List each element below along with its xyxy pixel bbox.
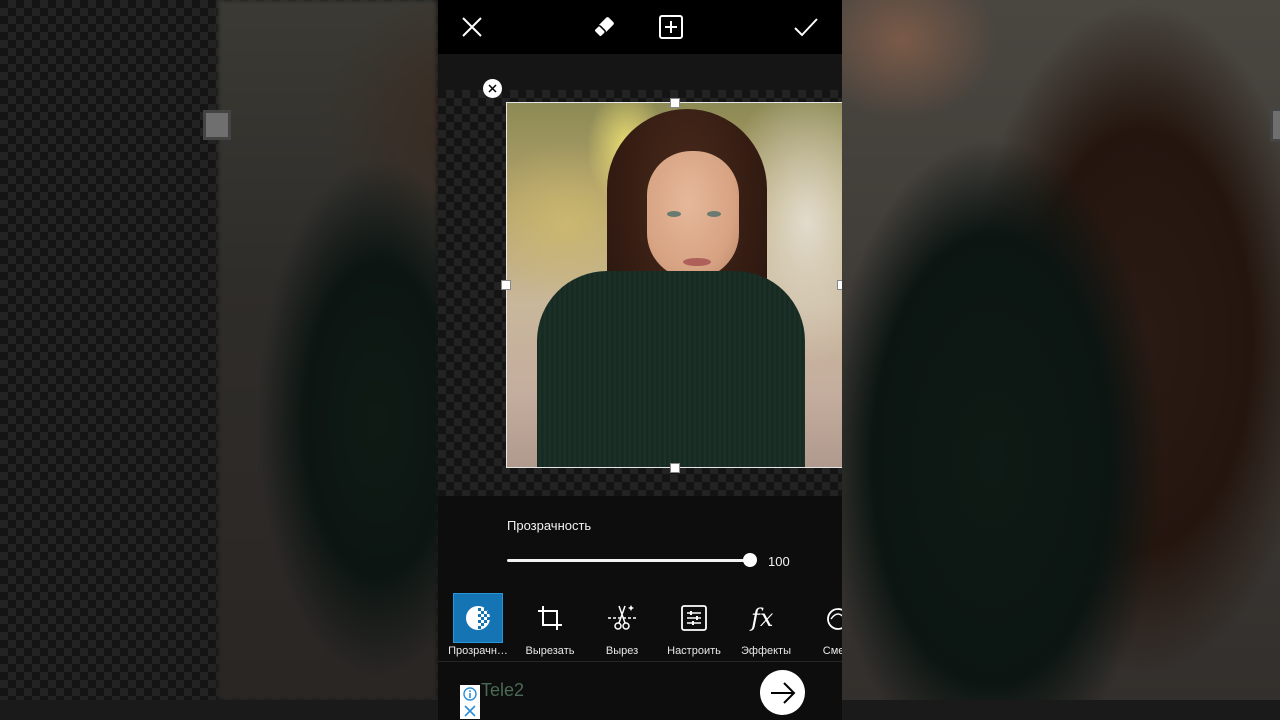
- photo-layer[interactable]: [506, 102, 842, 468]
- resize-handle-left[interactable]: [501, 280, 511, 290]
- tool-effects[interactable]: fx Эффекты: [730, 592, 802, 658]
- info-icon: [463, 687, 477, 717]
- blend-icon: [827, 608, 842, 630]
- svg-text:fx: fx: [749, 604, 774, 632]
- tools-toolbar: Прозрачн… Вырезать Вырез Настроить fx Эф…: [438, 588, 842, 662]
- tool-icon-box: fx: [741, 593, 791, 643]
- top-toolbar: [438, 0, 842, 54]
- tool-label: Вырез: [605, 645, 639, 657]
- crop-icon: [538, 606, 562, 630]
- tool-crop[interactable]: Вырезать: [514, 592, 586, 658]
- background-left: [0, 0, 438, 720]
- tool-label: Вырезать: [525, 645, 575, 657]
- tool-icon-box: [597, 593, 647, 643]
- tool-icon-box: [453, 593, 503, 643]
- photo-lips: [683, 258, 711, 266]
- resize-handle-blurred: [1270, 108, 1280, 142]
- blurred-photo-copy: [842, 0, 1280, 700]
- opacity-slider-thumb[interactable]: [743, 553, 757, 567]
- adjust-icon: [681, 605, 707, 631]
- blurred-photo-copy: [218, 0, 438, 700]
- ad-open-button[interactable]: [760, 670, 805, 715]
- photo-eye: [667, 211, 681, 217]
- tool-label: Смеш: [822, 645, 842, 657]
- checkmark-icon: [794, 18, 818, 37]
- close-icon: [462, 17, 482, 37]
- apply-button[interactable]: [789, 10, 823, 44]
- eraser-icon: [593, 17, 614, 38]
- tool-blend[interactable]: Смеш: [802, 592, 842, 658]
- add-layer-icon: [659, 15, 683, 39]
- resize-handle-right[interactable]: [837, 280, 842, 290]
- tool-icon-box: [813, 593, 842, 643]
- close-button[interactable]: [455, 10, 489, 44]
- opacity-label: Прозрачность: [507, 518, 592, 533]
- ad-choices-badge[interactable]: [460, 685, 480, 719]
- opacity-panel: Прозрачность 100: [438, 496, 842, 588]
- portrait-photo: [507, 103, 842, 467]
- tool-transparency[interactable]: Прозрачн…: [442, 592, 514, 658]
- ad-title: Tele2: [481, 680, 525, 700]
- opacity-slider-track[interactable]: [507, 559, 750, 562]
- tool-cutout[interactable]: Вырез: [586, 592, 658, 658]
- tool-label: Прозрачн…: [448, 645, 508, 657]
- phone-screen: Прозрачность 100 Прозрачн… Вырезать Выре…: [438, 0, 842, 720]
- resize-handle-top[interactable]: [670, 98, 680, 108]
- tool-adjust[interactable]: Настроить: [658, 592, 730, 658]
- tool-label: Эффекты: [740, 645, 791, 657]
- eraser-button[interactable]: [587, 10, 621, 44]
- close-icon: [488, 84, 497, 93]
- remove-layer-button[interactable]: [483, 79, 502, 98]
- fx-icon: fx: [749, 604, 774, 632]
- add-layer-button[interactable]: [654, 10, 688, 44]
- tool-label: Настроить: [667, 645, 721, 657]
- transparency-icon: [466, 606, 490, 630]
- opacity-value: 100: [768, 554, 790, 569]
- ad-banner[interactable]: Tele2: [438, 663, 842, 720]
- resize-handle-bottom[interactable]: [670, 463, 680, 473]
- cutout-icon: [608, 605, 636, 630]
- tool-icon-box: [669, 593, 719, 643]
- photo-sweater: [537, 271, 805, 467]
- photo-eye: [707, 211, 721, 217]
- editing-canvas[interactable]: [438, 54, 842, 496]
- background-right: [842, 0, 1280, 720]
- arrow-right-icon: [770, 681, 795, 704]
- tool-icon-box: [525, 593, 575, 643]
- resize-handle-blurred: [203, 110, 231, 140]
